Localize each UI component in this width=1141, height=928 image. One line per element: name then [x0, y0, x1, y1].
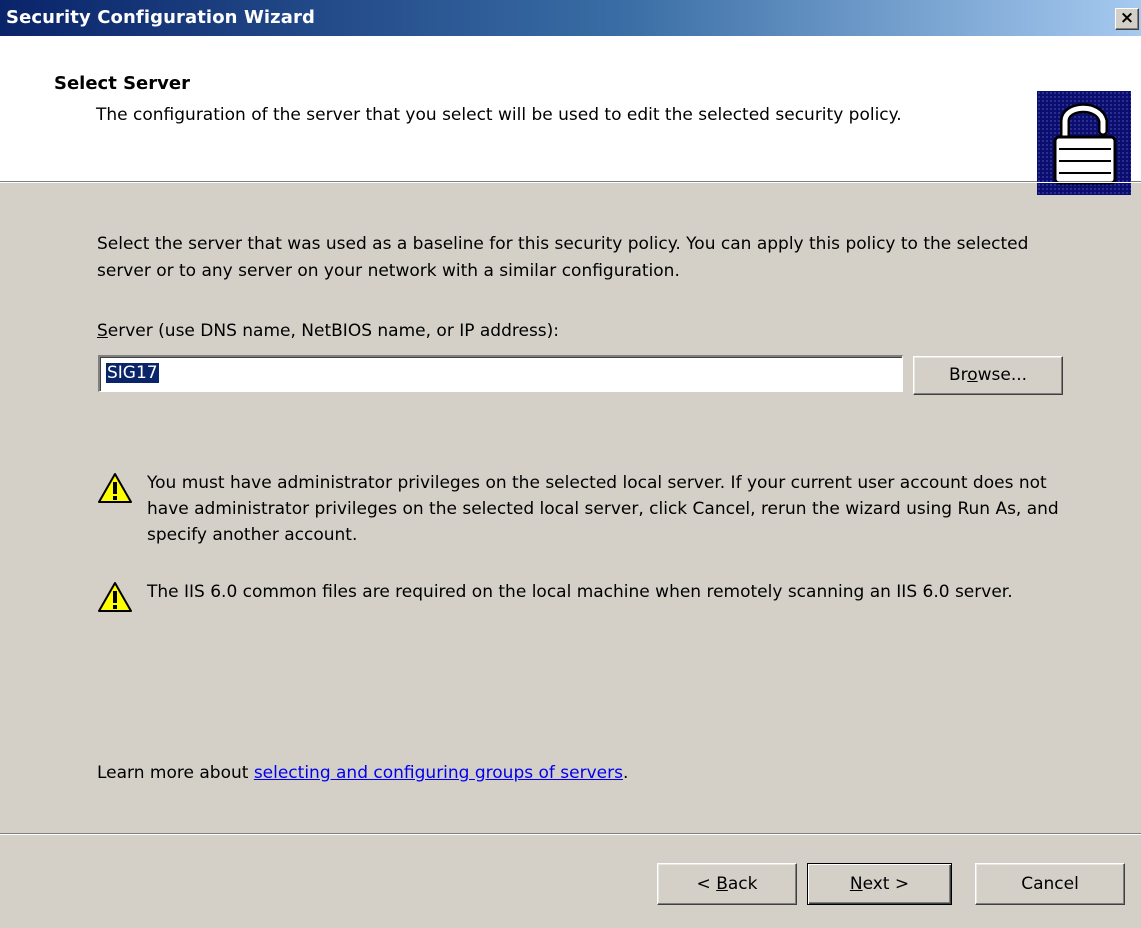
- server-input-value: SIG17: [106, 363, 159, 383]
- close-button[interactable]: ×: [1115, 8, 1139, 30]
- page-title: Select Server: [54, 73, 190, 94]
- next-button[interactable]: Next >: [807, 863, 952, 905]
- wizard-header: Select Server The configuration of the s…: [0, 36, 1141, 195]
- learn-more-suffix: .: [622, 763, 629, 783]
- learn-more: Learn more about selecting and configuri…: [97, 763, 628, 783]
- server-label-text: erver (use DNS name, NetBIOS name, or IP…: [107, 321, 560, 341]
- warning-icon: [97, 581, 133, 613]
- next-label-post: ext >: [862, 874, 910, 894]
- learn-more-prefix: Learn more about: [97, 763, 254, 783]
- browse-label-key: o: [967, 365, 978, 385]
- browse-label-pre: Br: [948, 365, 968, 385]
- server-field-label: Server (use DNS name, NetBIOS name, or I…: [97, 321, 559, 341]
- browse-button[interactable]: Browse...: [913, 356, 1063, 395]
- description-text: Select the server that was used as a bas…: [97, 234, 1029, 281]
- back-button[interactable]: < Back: [657, 863, 797, 905]
- footer-divider: [0, 833, 1141, 835]
- browse-label-post: wse...: [977, 365, 1028, 385]
- padlock-icon: [1037, 91, 1131, 195]
- server-label-access-key: S: [97, 321, 108, 341]
- window-title: Security Configuration Wizard: [6, 7, 315, 28]
- back-label-pre: <: [696, 874, 717, 894]
- warning-text: You must have administrator privileges o…: [147, 473, 1059, 545]
- warning-text: The IIS 6.0 common files are required on…: [147, 582, 1013, 602]
- page-subtitle: The configuration of the server that you…: [96, 105, 902, 125]
- title-bar[interactable]: Security Configuration Wizard ×: [0, 0, 1141, 36]
- back-label-post: ack: [727, 874, 758, 894]
- warning-icon: [97, 472, 133, 504]
- back-label-key: B: [716, 874, 728, 894]
- learn-more-link[interactable]: selecting and configuring groups of serv…: [254, 763, 623, 783]
- cancel-button[interactable]: Cancel: [975, 863, 1125, 905]
- server-input[interactable]: SIG17: [98, 355, 903, 392]
- next-label-key: N: [849, 874, 863, 894]
